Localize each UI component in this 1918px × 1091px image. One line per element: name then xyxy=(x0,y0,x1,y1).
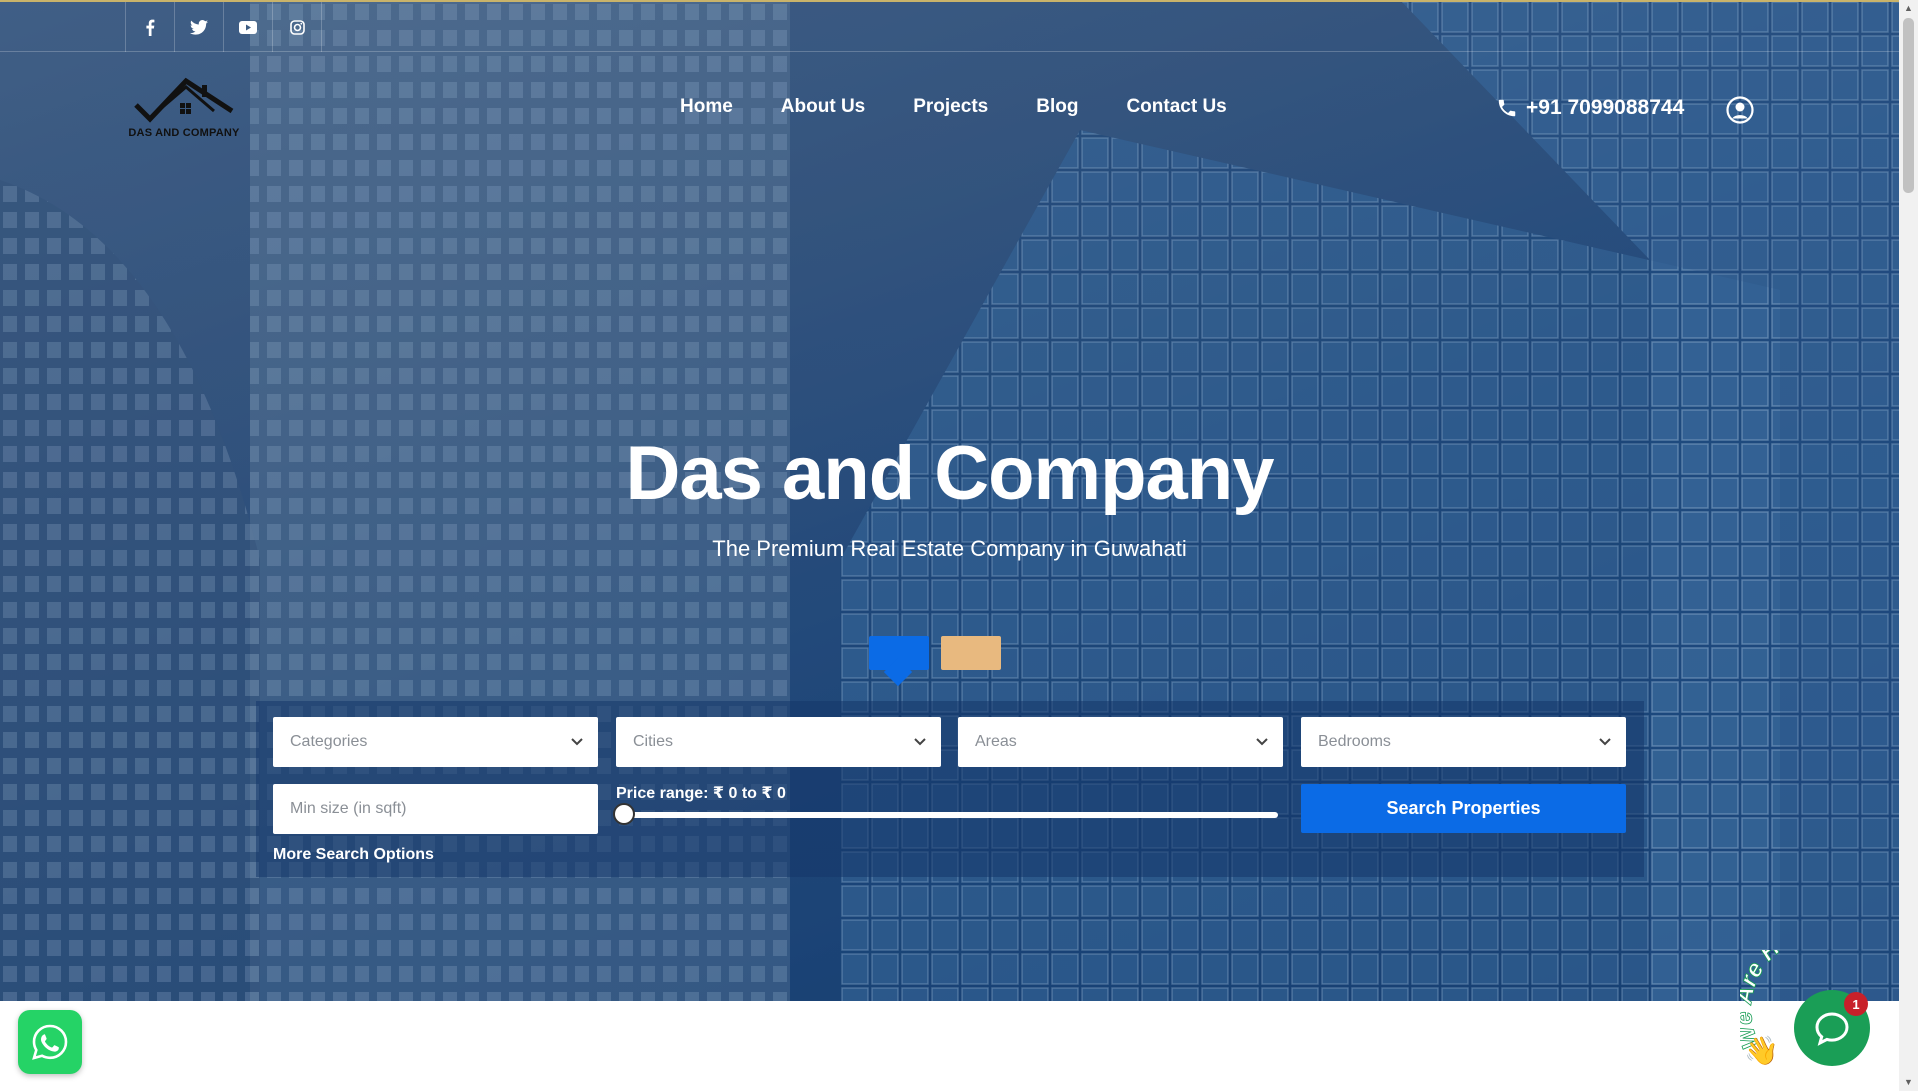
phone-number: +91 7099088744 xyxy=(1526,96,1685,119)
house-logo-icon xyxy=(134,77,234,123)
search-properties-button[interactable]: Search Properties xyxy=(1301,784,1626,833)
company-logo[interactable]: DAS AND COMPANY xyxy=(128,75,240,145)
scrollbar-thumb[interactable] xyxy=(1903,18,1914,193)
search-type-tabs xyxy=(869,636,1001,670)
price-range-label: Price range: ₹ 0 to ₹ 0 xyxy=(616,785,786,802)
categories-select[interactable]: Categories xyxy=(273,717,598,767)
instagram-icon[interactable] xyxy=(273,2,322,52)
nav-item-projects[interactable]: Projects xyxy=(913,96,988,118)
whatsapp-button[interactable] xyxy=(18,1010,82,1074)
phone-icon xyxy=(1498,99,1516,117)
min-size-input[interactable] xyxy=(273,784,598,834)
chevron-down-icon xyxy=(914,738,926,746)
social-links xyxy=(125,2,322,52)
user-account-icon[interactable] xyxy=(1726,96,1754,124)
phone-link[interactable]: +91 7099088744 xyxy=(1496,96,1684,120)
scroll-up-arrow-icon[interactable]: ▲ xyxy=(1903,3,1914,14)
areas-select-value: Areas xyxy=(975,733,1017,750)
price-range-slider-track[interactable] xyxy=(620,812,1278,818)
chevron-down-icon xyxy=(1256,738,1268,746)
scroll-down-arrow-icon[interactable]: ▼ xyxy=(1903,1077,1914,1088)
bedrooms-select-value: Bedrooms xyxy=(1318,733,1391,750)
main-nav: Home About Us Projects Blog Contact Us xyxy=(680,96,1227,118)
price-range-slider-handle[interactable] xyxy=(613,803,635,825)
whatsapp-icon xyxy=(32,1024,68,1060)
hero-section: DAS AND COMPANY Home About Us Projects B… xyxy=(0,0,1899,1001)
page: DAS AND COMPANY Home About Us Projects B… xyxy=(0,0,1899,1091)
cities-select[interactable]: Cities xyxy=(616,717,941,767)
chevron-down-icon xyxy=(1599,738,1611,746)
twitter-icon[interactable] xyxy=(175,2,224,52)
hero-title: Das and Company xyxy=(625,431,1274,516)
areas-select[interactable]: Areas xyxy=(958,717,1283,767)
cities-select-value: Cities xyxy=(633,733,674,750)
youtube-icon[interactable] xyxy=(224,2,273,52)
nav-item-blog[interactable]: Blog xyxy=(1036,96,1078,118)
logo-text: DAS AND COMPANY xyxy=(128,127,240,139)
facebook-icon[interactable] xyxy=(126,2,175,52)
bedrooms-select[interactable]: Bedrooms xyxy=(1301,717,1626,767)
search-tab-active[interactable] xyxy=(869,636,929,670)
waving-hand-icon: 👋 xyxy=(1744,1035,1779,1067)
chat-notification-badge: 1 xyxy=(1844,992,1868,1016)
search-tab-secondary[interactable] xyxy=(941,636,1001,670)
social-topbar xyxy=(0,2,1899,52)
nav-item-about-us[interactable]: About Us xyxy=(781,96,865,118)
more-search-options-link[interactable]: More Search Options xyxy=(273,846,434,864)
vertical-scrollbar[interactable]: ▲ ▼ xyxy=(1899,0,1918,1091)
nav-item-home[interactable]: Home xyxy=(680,96,733,118)
hero-subtitle: The Premium Real Estate Company in Guwah… xyxy=(712,536,1187,561)
chat-icon xyxy=(1815,1012,1849,1046)
chevron-down-icon xyxy=(571,738,583,746)
nav-item-contact-us[interactable]: Contact Us xyxy=(1126,96,1226,118)
categories-select-value: Categories xyxy=(290,733,368,750)
